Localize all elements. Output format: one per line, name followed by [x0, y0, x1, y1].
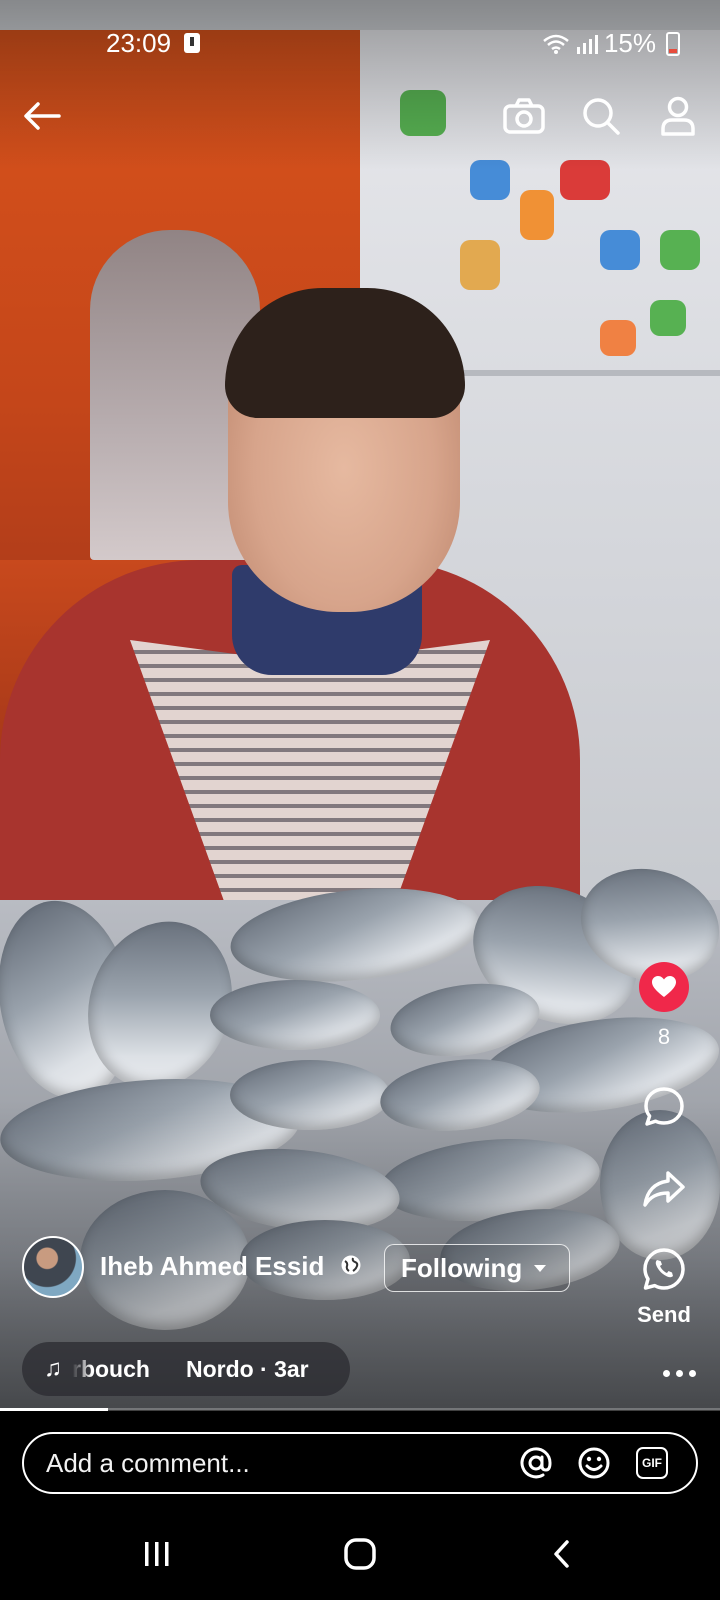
status-time: 23:09: [106, 28, 172, 58]
music-track-title: rbouch Nordo · 3ar: [72, 1356, 342, 1383]
send-action: Send: [624, 1244, 704, 1328]
comment-button[interactable]: [639, 1082, 689, 1132]
share-button[interactable]: [639, 1164, 689, 1214]
smiley-icon: [578, 1447, 610, 1479]
profile-icon: [661, 96, 695, 136]
more-options-icon[interactable]: [663, 1370, 696, 1377]
author-name[interactable]: Iheb Ahmed Essid: [100, 1251, 324, 1282]
like-count: 8: [657, 1024, 671, 1049]
gif-button[interactable]: GIF: [630, 1441, 674, 1485]
music-note-icon: ♫: [44, 1355, 62, 1382]
music-track-pill[interactable]: ♫ rbouch Nordo · 3ar: [22, 1342, 350, 1396]
comment-bar: GIF: [22, 1432, 698, 1494]
share-arrow-icon: [643, 1171, 685, 1207]
whatsapp-icon: [643, 1248, 685, 1290]
camera-button[interactable]: [500, 92, 548, 140]
music-track-part: Nordo · 3ar: [185, 1355, 309, 1382]
back-button[interactable]: [18, 92, 66, 140]
comment-input[interactable]: [46, 1447, 514, 1479]
following-button[interactable]: Following: [384, 1244, 570, 1292]
following-label: Following: [401, 1252, 523, 1283]
recent-apps-button[interactable]: [132, 1534, 182, 1574]
like-button[interactable]: [639, 962, 689, 1012]
home-icon: [344, 1538, 376, 1570]
video-progress-fill: [0, 1408, 108, 1411]
send-label: Send: [637, 1302, 691, 1327]
battery-percent: 15%: [603, 28, 656, 58]
signal-icon: [576, 34, 598, 54]
chevron-left-icon: [554, 1540, 569, 1568]
comment-bubble-icon: [644, 1087, 684, 1126]
mention-button[interactable]: [514, 1441, 558, 1485]
like-action: 8: [624, 962, 704, 1050]
wifi-icon: [543, 34, 569, 54]
alert-icon: [184, 33, 200, 53]
search-icon: [583, 98, 620, 135]
search-button[interactable]: [577, 92, 625, 140]
battery-icon: [666, 31, 680, 56]
at-sign-icon: [520, 1447, 552, 1479]
share-action: [624, 1164, 704, 1214]
chevron-down-icon: [534, 1264, 547, 1272]
home-button[interactable]: [335, 1534, 385, 1574]
system-navigation-bar: [0, 1510, 720, 1600]
status-indicators: 15%: [542, 28, 680, 59]
whatsapp-send-button[interactable]: [639, 1244, 689, 1294]
emoji-button[interactable]: [572, 1441, 616, 1485]
video-progress-bar[interactable]: [0, 1408, 720, 1411]
status-bar: 23:09 15%: [0, 0, 720, 66]
author-avatar[interactable]: [22, 1236, 84, 1298]
globe-icon: [341, 1255, 361, 1275]
recent-apps-icon: [145, 1542, 169, 1566]
system-back-button[interactable]: [536, 1534, 586, 1574]
comment-action: [624, 1082, 704, 1132]
post-photo[interactable]: [0, 0, 720, 1410]
profile-button[interactable]: [654, 92, 702, 140]
photo-overlay-gradient: [0, 0, 720, 1410]
arrow-left-icon: [24, 102, 61, 130]
music-track-part: rbouch: [72, 1355, 150, 1382]
heart-icon: [652, 976, 676, 997]
gif-icon: GIF: [636, 1447, 668, 1479]
camera-icon: [503, 98, 545, 134]
